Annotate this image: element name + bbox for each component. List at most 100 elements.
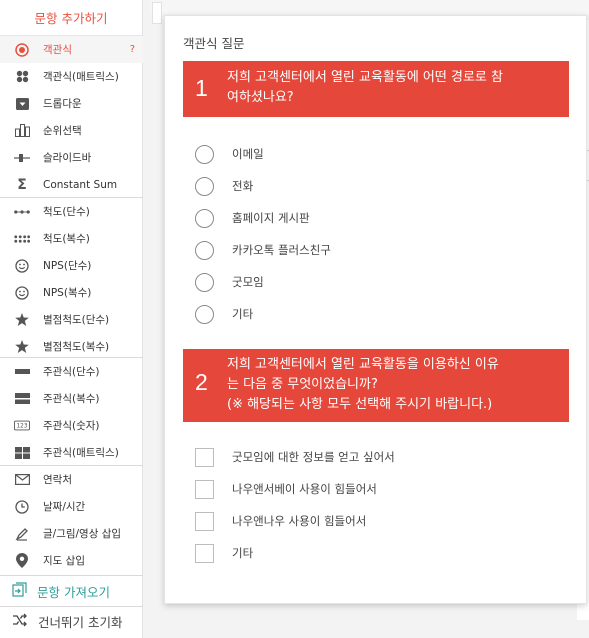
- checkbox-option[interactable]: 굿모임에 대한 정보를 얻고 싶어서: [195, 446, 395, 468]
- question-type-sidebar: 문항 추가하기 객관식 ? 객관식(매트릭스) 드롭다운 순위선택 슬라이드바 …: [0, 0, 143, 638]
- sidebar-item-slider[interactable]: 슬라이드바: [0, 144, 143, 171]
- option-label: 나우앤서베이 사용이 힘들어서: [232, 482, 377, 496]
- checkbox-option[interactable]: 기타: [195, 542, 253, 564]
- sidebar-item-multiple-choice[interactable]: 객관식 ?: [0, 36, 143, 63]
- sidebar-item-star-single[interactable]: 별점척도(단수): [0, 306, 143, 333]
- number-123-icon: 123: [14, 418, 30, 434]
- grid-dots-icon: [14, 69, 30, 85]
- import-questions-label: 문항 가져오기: [37, 584, 110, 600]
- star-icon: [14, 339, 30, 355]
- question-text-line: (※ 해당되는 사항 모두 선택해 주시기 바랍니다.): [227, 397, 493, 412]
- question-text-line: 는 다음 중 무엇이었습니까?: [227, 377, 378, 392]
- sidebar-item-label: 객관식(매트릭스): [43, 71, 119, 83]
- sidebar-item-text-number[interactable]: 123 주관식(숫자): [0, 412, 143, 439]
- checkbox[interactable]: [195, 479, 214, 499]
- checkbox-option[interactable]: 나우앤서베이 사용이 힘들어서: [195, 478, 377, 500]
- sidebar-item-scale-multi[interactable]: 척도(복수): [0, 225, 143, 252]
- question-text: 저희 고객센터에서 열린 교육활동에 어떤 경로로 참 여하셨나요?: [227, 68, 559, 108]
- radio-button[interactable]: [195, 240, 214, 260]
- checkbox[interactable]: [195, 543, 214, 563]
- reset-skip-label: 건너뛰기 초기화: [38, 614, 123, 630]
- sidebar-item-label: 주관식(복수): [43, 393, 100, 405]
- checkbox[interactable]: [195, 447, 214, 467]
- sidebar-item-label: 주관식(단수): [43, 366, 100, 378]
- scale-multi-icon: [14, 231, 30, 247]
- radio-button[interactable]: [195, 176, 214, 196]
- sidebar-item-label: 날짜/시간: [43, 501, 86, 513]
- option-label: 이메일: [232, 147, 264, 161]
- sidebar-item-media-insert[interactable]: 글/그림/영상 삽입: [0, 520, 143, 547]
- sidebar-item-text-matrix[interactable]: 주관식(매트릭스): [0, 439, 143, 466]
- question-text-line: 저희 고객센터에서 열린 교육활동을 이용하신 이유: [227, 357, 499, 372]
- question-header: 2 저희 고객센터에서 열린 교육활동을 이용하신 이유 는 다음 중 무엇이었…: [183, 349, 569, 422]
- import-questions-button[interactable]: 문항 가져오기: [0, 577, 143, 605]
- divider: [0, 575, 143, 576]
- star-icon: [14, 312, 30, 328]
- option-label: 홈페이지 게시판: [232, 211, 310, 225]
- radio-button[interactable]: [195, 144, 214, 164]
- shuffle-icon: [12, 613, 28, 630]
- radio-option[interactable]: 굿모임: [195, 271, 264, 293]
- sidebar-item-text-single[interactable]: 주관식(단수): [0, 358, 143, 385]
- sidebar-item-label: 척도(단수): [43, 206, 90, 218]
- radio-option[interactable]: 전화: [195, 175, 253, 197]
- sidebar-item-label: 순위선택: [43, 125, 82, 137]
- single-line-icon: [14, 364, 30, 380]
- editor-background: [150, 0, 589, 14]
- question-preview-popup: 객관식 질문 1 저희 고객센터에서 열린 교육활동에 어떤 경로로 참 여하셨…: [164, 15, 587, 604]
- sidebar-item-constant-sum[interactable]: Σ Constant Sum: [0, 171, 143, 198]
- dropdown-icon: [14, 96, 30, 112]
- sidebar-item-dropdown[interactable]: 드롭다운: [0, 90, 143, 117]
- sidebar-item-text-multi[interactable]: 주관식(복수): [0, 385, 143, 412]
- sidebar-item-map-insert[interactable]: 지도 삽입: [0, 547, 143, 574]
- sidebar-item-scale-single[interactable]: 척도(단수): [0, 198, 143, 225]
- question-text-line: 여하셨나요?: [227, 90, 294, 105]
- option-label: 기타: [232, 307, 254, 321]
- editor-tab-edge: [152, 2, 162, 24]
- envelope-icon: [14, 472, 30, 488]
- media-insert-icon: [14, 526, 30, 542]
- sidebar-item-multiple-choice-matrix[interactable]: 객관식(매트릭스): [0, 63, 143, 90]
- sidebar-item-label: 연락처: [43, 474, 72, 486]
- sidebar-item-label: 슬라이드바: [43, 152, 92, 164]
- question-number: 2: [195, 369, 208, 395]
- sidebar-item-star-multi[interactable]: 별점척도(복수): [0, 333, 143, 360]
- reset-skip-button[interactable]: 건너뛰기 초기화: [0, 607, 143, 635]
- radio-button[interactable]: [195, 208, 214, 228]
- sidebar-item-label: 별점척도(단수): [43, 314, 110, 326]
- popup-title: 객관식 질문: [183, 36, 245, 51]
- sidebar-item-label: Constant Sum: [43, 178, 118, 191]
- sidebar-item-datetime[interactable]: 날짜/시간: [0, 493, 143, 520]
- radio-option[interactable]: 이메일: [195, 143, 264, 165]
- radio-button[interactable]: [195, 272, 214, 292]
- grid-icon: [14, 445, 30, 461]
- sidebar-item-contact[interactable]: 연락처: [0, 466, 143, 493]
- smiley-icon: [14, 285, 30, 301]
- sidebar-item-rank[interactable]: 순위선택: [0, 117, 143, 144]
- radio-option[interactable]: 홈페이지 게시판: [195, 207, 310, 229]
- map-pin-icon: [14, 553, 30, 569]
- sidebar-item-label: 척도(복수): [43, 233, 90, 245]
- help-icon[interactable]: ?: [130, 44, 135, 55]
- sidebar-item-nps-multi[interactable]: NPS(복수): [0, 279, 143, 306]
- question-text-line: 저희 고객센터에서 열린 교육활동에 어떤 경로로 참: [227, 70, 503, 85]
- sidebar-item-label: 글/그림/영상 삽입: [43, 528, 122, 540]
- question-number: 1: [195, 75, 208, 101]
- radio-button[interactable]: [195, 304, 214, 324]
- sidebar-item-label: NPS(단수): [43, 260, 92, 272]
- multi-line-icon: [14, 391, 30, 407]
- sidebar-item-nps-single[interactable]: NPS(단수): [0, 252, 143, 279]
- checkbox[interactable]: [195, 511, 214, 531]
- option-label: 굿모임에 대한 정보를 얻고 싶어서: [232, 450, 395, 464]
- sidebar-item-label: 주관식(숫자): [43, 420, 100, 432]
- sidebar-item-label: NPS(복수): [43, 287, 92, 299]
- checkbox-option[interactable]: 나우앤나우 사용이 힘들어서: [195, 510, 366, 532]
- radio-option[interactable]: 카카오톡 플러스친구: [195, 239, 331, 261]
- rank-icon: [14, 123, 30, 139]
- import-icon: [12, 582, 27, 600]
- option-label: 기타: [232, 546, 254, 560]
- option-label: 굿모임: [232, 275, 264, 289]
- radio-option[interactable]: 기타: [195, 303, 253, 325]
- smiley-icon: [14, 258, 30, 274]
- sidebar-item-label: 지도 삽입: [43, 555, 85, 567]
